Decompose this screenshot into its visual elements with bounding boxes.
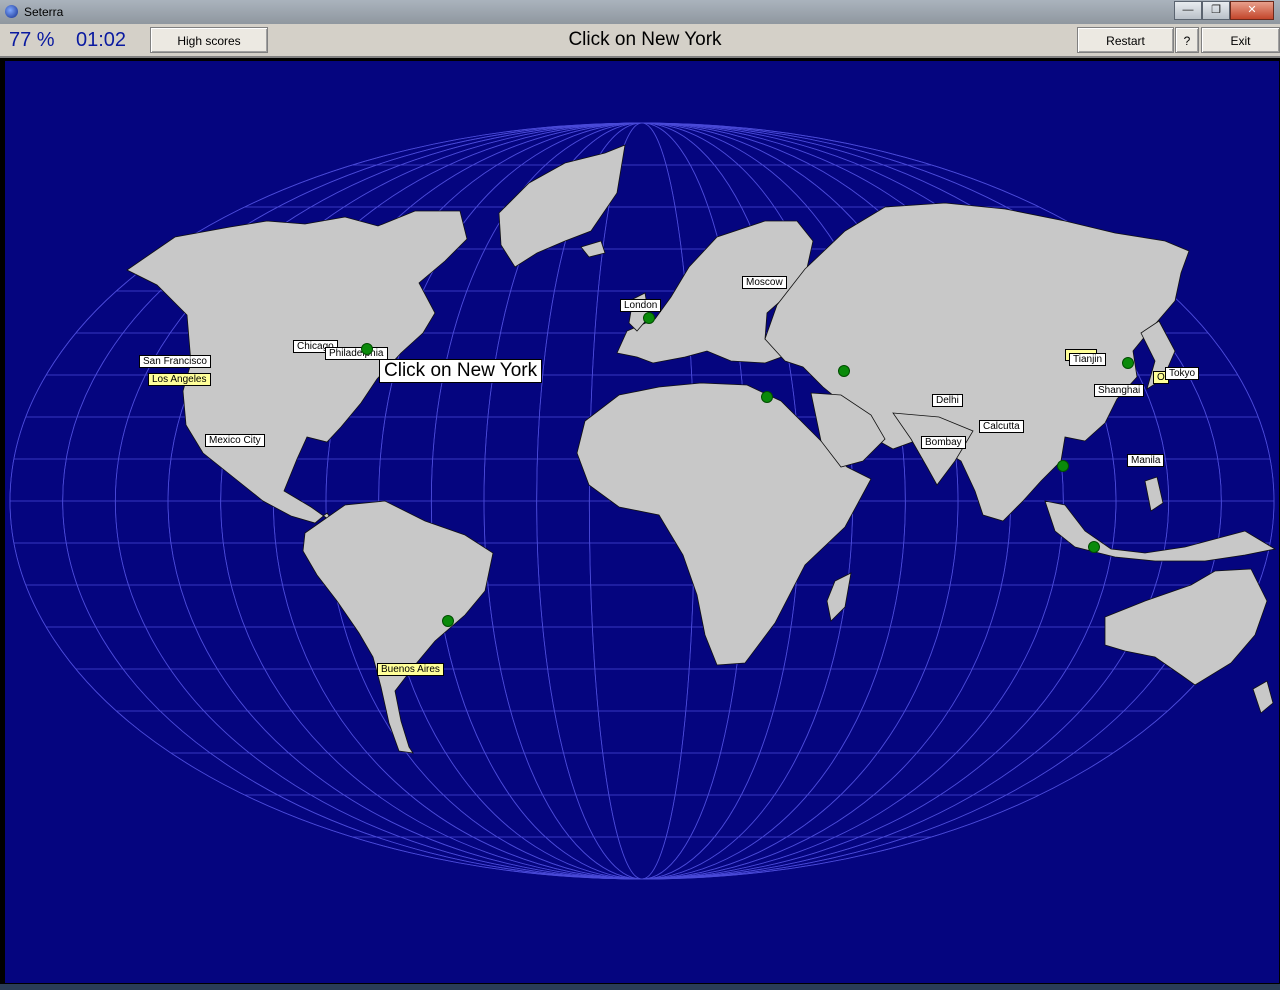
window-title: Seterra <box>24 5 64 19</box>
window-title-bar: Seterra — ❐ ✕ <box>0 0 1280 24</box>
city-label-san-francisco[interactable]: San Francisco <box>139 355 211 368</box>
city-label-tianjin[interactable]: Tianjin <box>1069 353 1107 366</box>
city-marker[interactable] <box>838 365 850 377</box>
globe-icon <box>5 5 18 18</box>
timer-display: 01:02 <box>76 29 127 51</box>
city-label-bombay[interactable]: Bombay <box>921 436 966 449</box>
high-scores-button[interactable]: High scores <box>150 27 268 53</box>
city-marker[interactable] <box>1057 460 1069 472</box>
philippines <box>1144 476 1164 512</box>
city-label-mexico-city[interactable]: Mexico City <box>205 434 265 447</box>
city-marker[interactable] <box>442 615 454 627</box>
city-label-london[interactable]: London <box>620 299 662 312</box>
city-marker[interactable] <box>361 343 373 355</box>
cursor-prompt-tooltip: Click on New York <box>379 359 543 383</box>
taskbar <box>0 984 1280 990</box>
city-label-delhi[interactable]: Delhi <box>932 394 963 407</box>
city-marker[interactable] <box>643 312 655 324</box>
madagascar <box>826 572 852 622</box>
restart-button[interactable]: Restart <box>1077 27 1174 53</box>
se-asia-islands <box>1044 500 1277 562</box>
city-marker[interactable] <box>761 391 773 403</box>
map-canvas[interactable] <box>5 61 1280 985</box>
city-label-moscow[interactable]: Moscow <box>742 276 787 289</box>
city-label-tokyo[interactable]: Tokyo <box>1165 367 1200 380</box>
minimize-button[interactable]: — <box>1174 1 1202 20</box>
question-prompt: Click on New York <box>568 29 722 50</box>
close-button[interactable]: ✕ <box>1230 1 1274 20</box>
help-button[interactable]: ? <box>1175 27 1199 53</box>
city-label-manila[interactable]: Manila <box>1127 454 1165 467</box>
iceland <box>580 240 606 258</box>
landmasses <box>126 144 1277 754</box>
city-label-buenos-aires[interactable]: Buenos Aires <box>377 663 444 676</box>
city-label-los-angeles[interactable]: Los Angeles <box>148 373 211 386</box>
city-label-shanghai[interactable]: Shanghai <box>1094 384 1145 397</box>
exit-button[interactable]: Exit <box>1201 27 1280 53</box>
city-marker[interactable] <box>1088 541 1100 553</box>
window-controls: — ❐ ✕ <box>1174 1 1274 20</box>
australia <box>1104 568 1268 686</box>
game-toolbar: 77 % 01:02 High scores Click on New York… <box>0 24 1280 58</box>
city-label-calcutta[interactable]: Calcutta <box>979 420 1024 433</box>
score-display: 77 % <box>9 29 55 51</box>
new-zealand <box>1252 680 1274 714</box>
world-map[interactable]: San Francisco Los Angeles Chicago Philad… <box>4 60 1280 984</box>
maximize-button[interactable]: ❐ <box>1202 1 1230 20</box>
city-marker[interactable] <box>1122 357 1134 369</box>
